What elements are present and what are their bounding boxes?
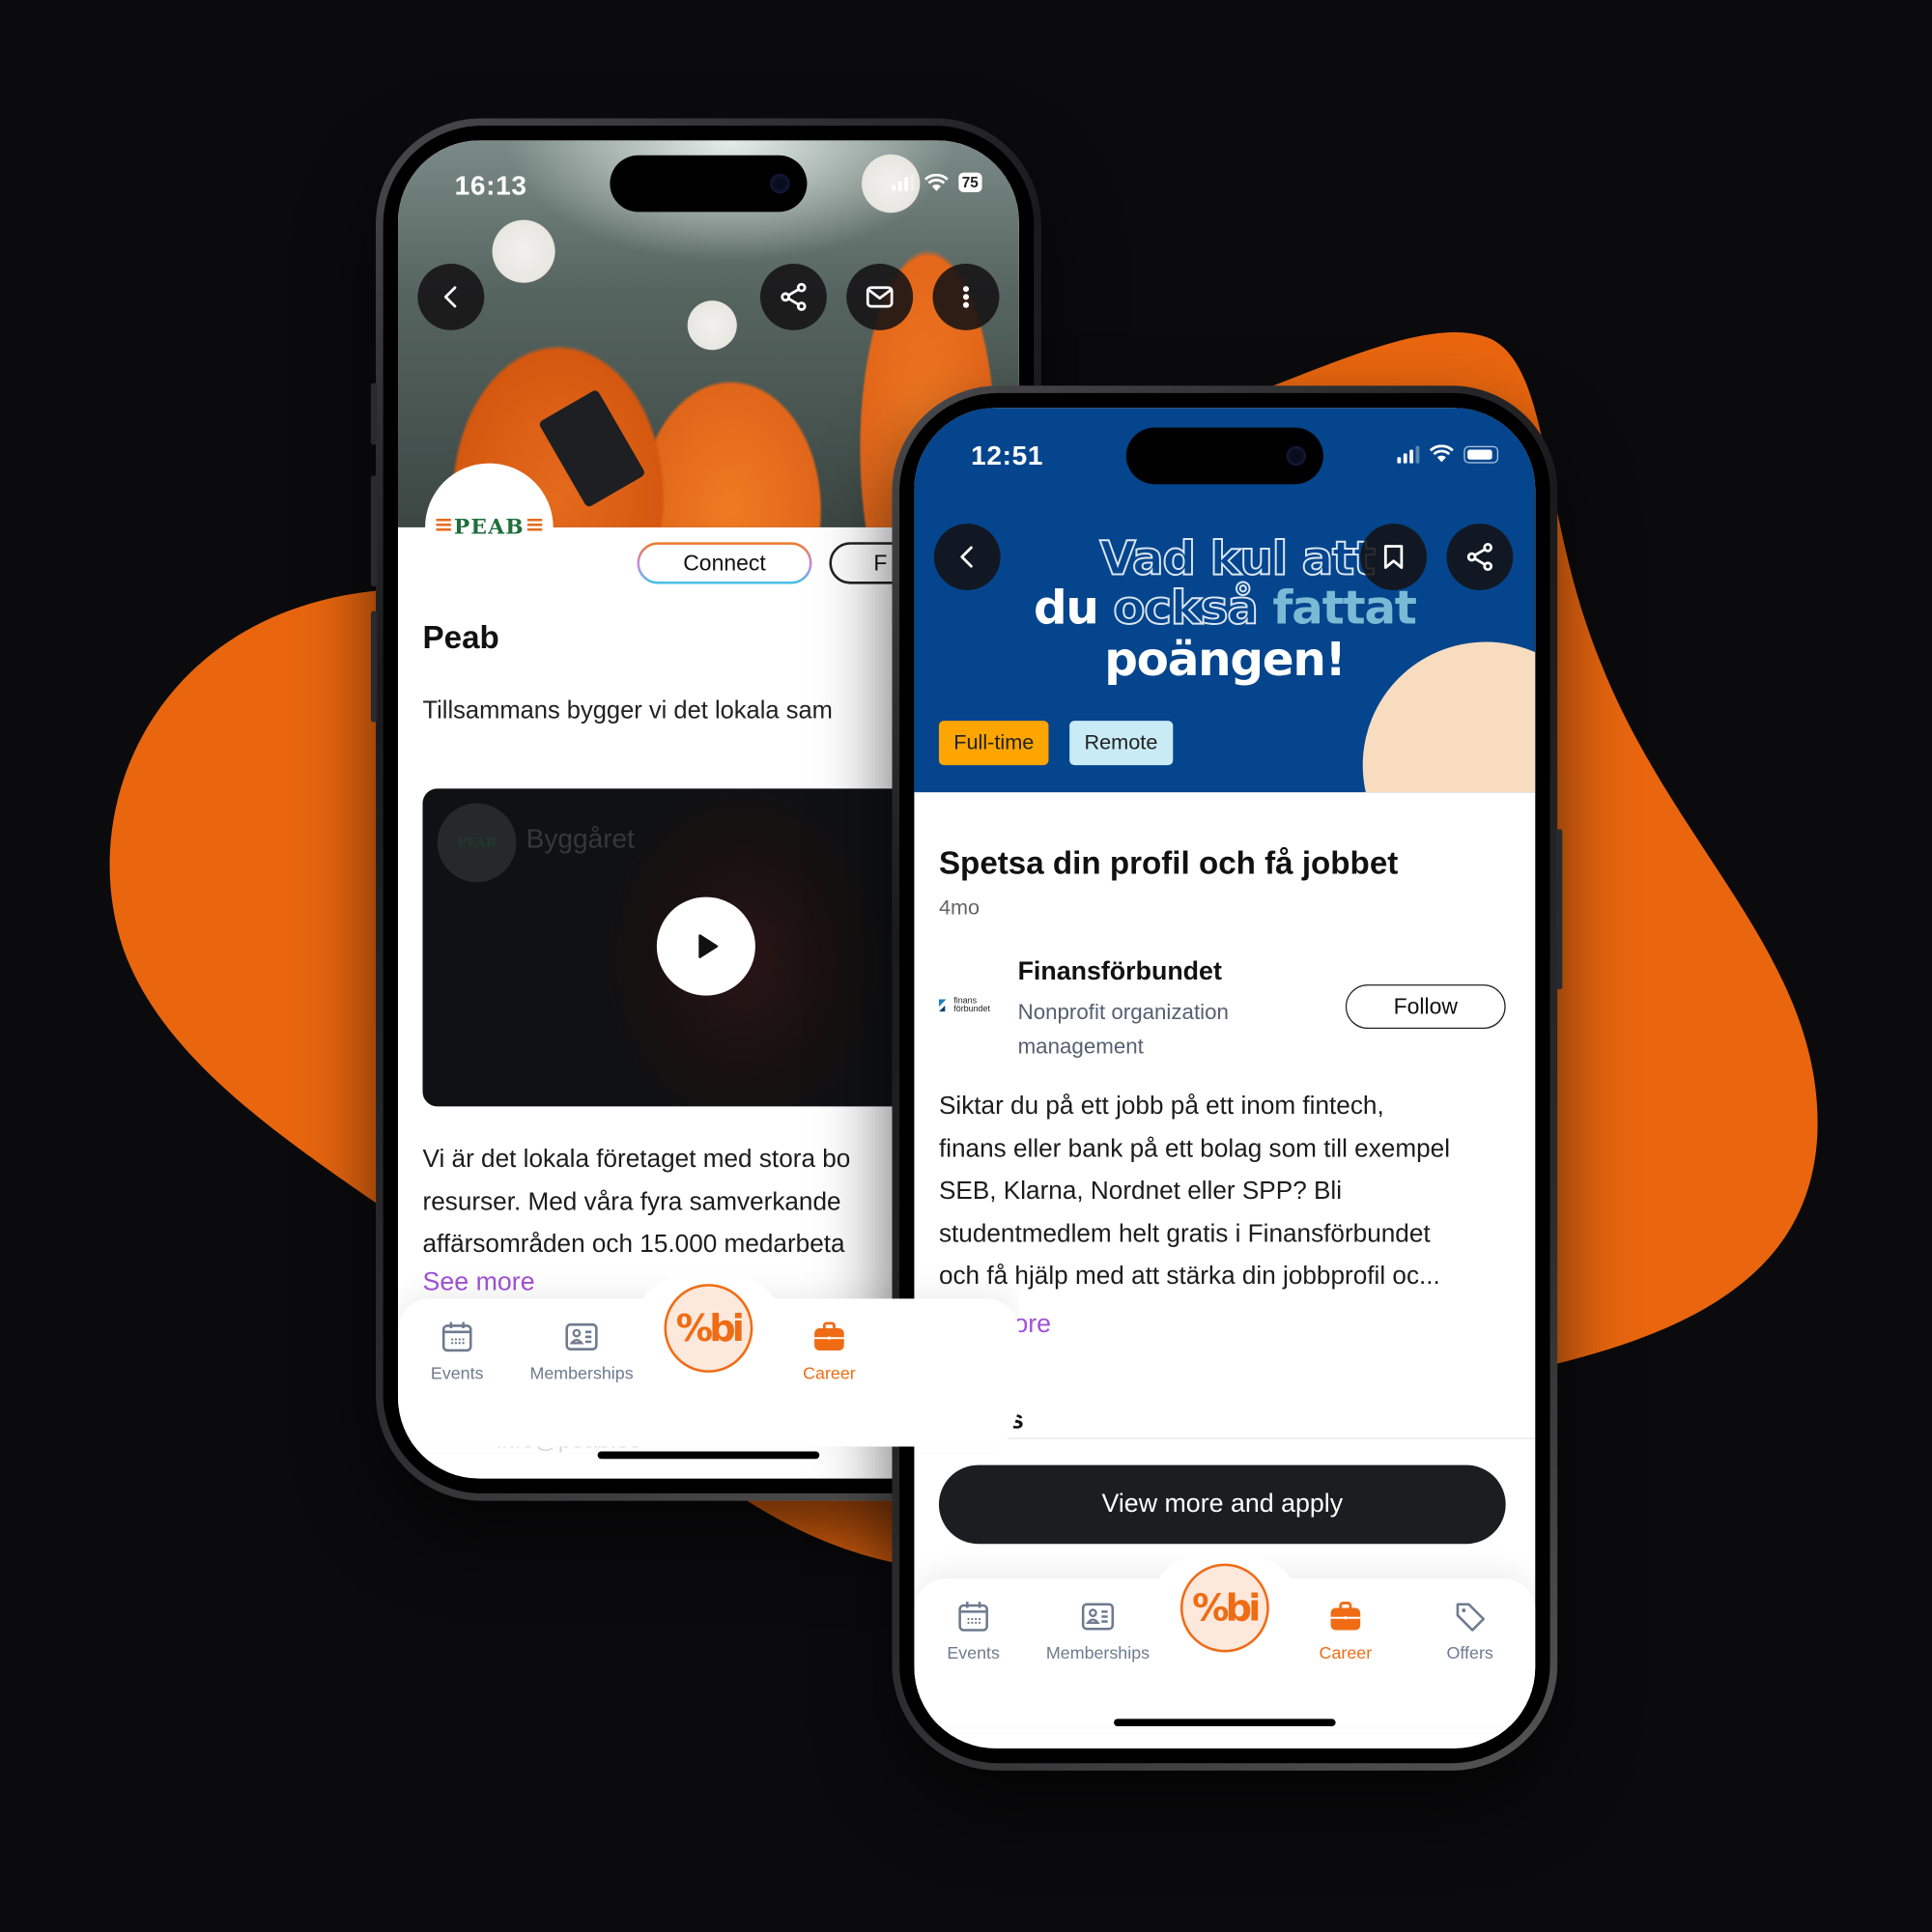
share-icon — [1466, 543, 1493, 572]
play-icon — [698, 934, 719, 958]
video-card[interactable]: PEAB Byggåret — [422, 788, 941, 1107]
peab-logo: PEAB — [436, 515, 543, 540]
app-home-button[interactable]: %bi — [1179, 1563, 1269, 1653]
nav-item-memberships[interactable]: Memberships — [520, 1319, 643, 1382]
video-avatar-logo: PEAB — [457, 836, 497, 850]
app-home-button[interactable]: %bi — [664, 1284, 753, 1373]
job-title: Spetsa din profil och få jobbet — [938, 843, 1399, 881]
more-vertical-icon — [962, 286, 970, 308]
side-button — [370, 383, 378, 445]
nav-item-events[interactable]: Events — [914, 1598, 1035, 1662]
wifi-icon — [1429, 444, 1454, 463]
status-icons — [1397, 444, 1499, 463]
back-button[interactable] — [933, 524, 1001, 590]
play-button[interactable] — [656, 896, 755, 996]
showcase-canvas: 16:13 75 PEAB Connect F Peab Tillsammans… — [0, 0, 1932, 1932]
connect-button[interactable]: Connect — [637, 542, 811, 583]
app-logo-icon: %bi — [1192, 1586, 1261, 1630]
back-button[interactable] — [417, 263, 485, 330]
see-more-link[interactable]: See more — [422, 1267, 534, 1297]
nav-label: Events — [947, 1642, 1000, 1662]
posted-time: 4mo — [938, 895, 980, 920]
message-button[interactable] — [846, 263, 914, 330]
side-button — [1555, 829, 1563, 990]
nav-label: Events — [430, 1362, 484, 1383]
bottom-nav: Events Memberships %bi Career — [397, 1276, 1019, 1447]
nav-item-career[interactable]: Career — [1284, 1598, 1407, 1662]
nav-label: Offers — [1446, 1642, 1493, 1662]
status-icons: 75 — [892, 172, 982, 192]
share-icon — [781, 282, 807, 311]
company-name: Peab — [422, 618, 499, 656]
briefcase-icon — [814, 1321, 844, 1350]
tag-full-time: Full-time — [938, 721, 1049, 766]
finansforbundet-logo-icon — [938, 999, 947, 1012]
wifi-icon — [923, 173, 949, 191]
bottom-nav: Events Memberships %bi Career Offers — [914, 1555, 1536, 1726]
signal-icon — [1397, 445, 1420, 463]
share-button[interactable] — [1446, 524, 1514, 590]
nav-item-offers[interactable]: Offers — [1408, 1598, 1532, 1662]
nav-label: Career — [803, 1362, 856, 1383]
tag-icon — [1456, 1603, 1485, 1632]
back-icon — [443, 286, 457, 308]
bookmark-button[interactable] — [1360, 524, 1428, 590]
view-more-and-apply-button[interactable]: View more and apply — [938, 1464, 1506, 1545]
logo-text: förbundet — [953, 1005, 990, 1014]
status-time: 16:13 — [454, 170, 527, 201]
nav-item-events[interactable]: Events — [398, 1319, 519, 1382]
banner-line-2: du också fattat — [914, 580, 1535, 636]
home-indicator — [1114, 1719, 1336, 1726]
nav-item-career[interactable]: Career — [768, 1319, 892, 1382]
banner-word: också — [1112, 580, 1260, 636]
home-indicator — [597, 1451, 820, 1460]
battery-level: 75 — [957, 172, 982, 192]
company-logo[interactable]: finans förbundet — [938, 996, 1006, 1014]
side-button — [370, 475, 378, 587]
share-button[interactable] — [759, 263, 827, 330]
bookmark-icon — [1383, 545, 1404, 569]
company-name[interactable]: Finansförbundet — [1018, 957, 1222, 987]
dynamic-island — [1125, 427, 1323, 485]
company-industry: Nonprofit organization management — [1017, 999, 1229, 1059]
status-time: 12:51 — [971, 440, 1044, 471]
logo-text: finans — [953, 996, 978, 1006]
mail-icon — [866, 286, 894, 308]
nav-item-memberships[interactable]: Memberships — [1037, 1598, 1160, 1662]
calendar-icon — [958, 1602, 988, 1632]
banner-word: du — [1034, 580, 1099, 635]
side-button — [370, 611, 378, 723]
company-tagline: Tillsammans bygger vi det lokala sam — [422, 696, 833, 724]
nav-label: Career — [1319, 1642, 1373, 1662]
video-channel-avatar: PEAB — [437, 803, 517, 883]
company-avatar[interactable]: PEAB — [425, 463, 554, 592]
job-description: Siktar du på ett jobb på ett inom fintec… — [938, 1092, 1451, 1291]
briefcase-icon — [1330, 1602, 1361, 1631]
id-card-icon — [1081, 1603, 1115, 1631]
phone-right: Vad kul att du också fattat poängen! Ful… — [892, 385, 1563, 1771]
id-card-icon — [565, 1322, 598, 1350]
app-logo-icon: %bi — [675, 1306, 745, 1350]
tag-remote: Remote — [1069, 721, 1173, 766]
tablet-in-photo — [537, 388, 646, 509]
calendar-icon — [441, 1321, 472, 1352]
banner-line-3: poängen! — [1104, 632, 1346, 687]
signal-icon — [892, 173, 914, 191]
battery-icon — [1463, 445, 1499, 463]
follow-button[interactable]: Follow — [1345, 984, 1506, 1030]
dynamic-island — [610, 155, 808, 213]
more-options-button[interactable] — [932, 263, 1000, 330]
video-title: Byggåret — [526, 823, 635, 854]
nav-label: Memberships — [1045, 1642, 1151, 1662]
nav-label: Memberships — [529, 1362, 634, 1383]
phone-right-screen: Vad kul att du också fattat poängen! Ful… — [914, 408, 1536, 1748]
back-icon — [960, 546, 973, 568]
